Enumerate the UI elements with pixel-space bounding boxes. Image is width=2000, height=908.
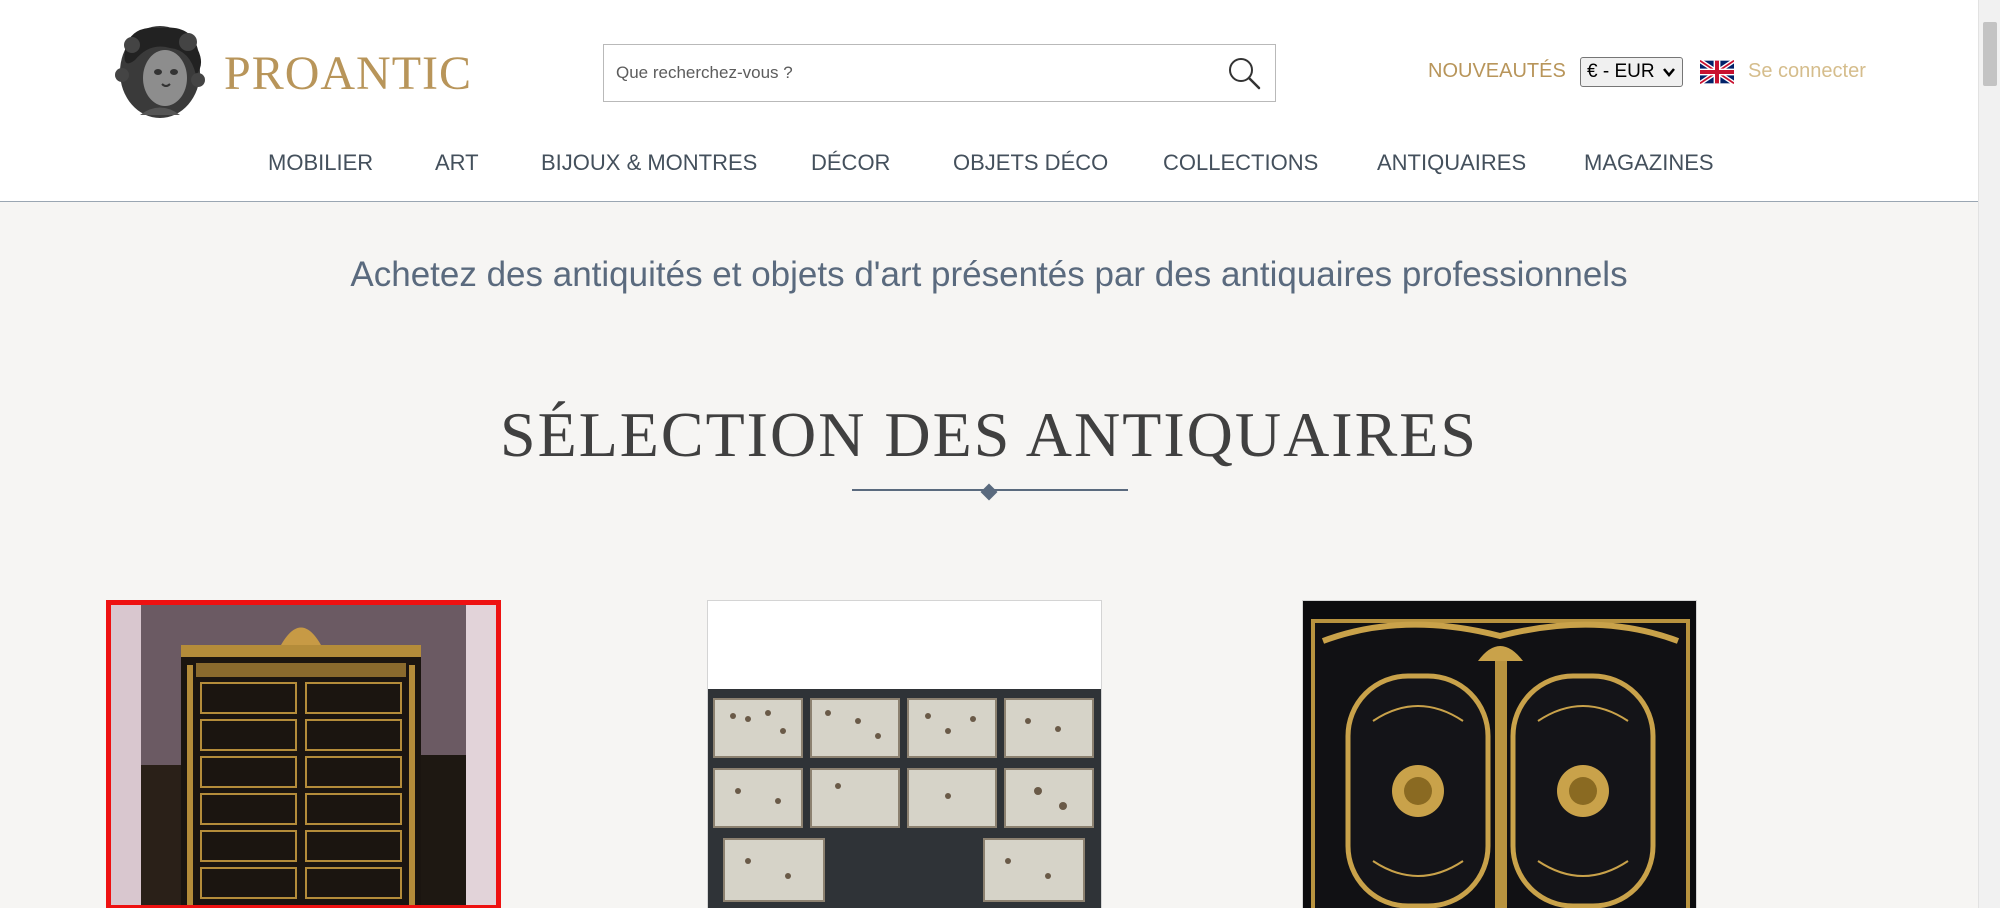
product-image-specimen-cases <box>708 601 1101 908</box>
page-tagline: Achetez des antiquités et objets d'art p… <box>350 255 1628 294</box>
nav-item-antiquaires[interactable]: ANTIQUAIRES <box>1377 150 1526 176</box>
currency-select[interactable]: € - EUR <box>1580 57 1683 87</box>
login-link[interactable]: Se connecter <box>1748 60 1866 83</box>
product-card-cabinet[interactable] <box>106 600 501 908</box>
nav-item-magazines[interactable]: MAGAZINES <box>1584 150 1714 176</box>
title-divider-ornament <box>980 483 998 501</box>
site-header: PROANTIC NOUVEAUTÉS € - EUR Se connecter… <box>0 0 1978 202</box>
page-scrollbar[interactable] <box>1978 0 2000 908</box>
main-nav: MOBILIER ART BIJOUX & MONTRES DÉCOR OBJE… <box>0 150 1978 180</box>
nav-item-mobilier[interactable]: MOBILIER <box>268 150 373 176</box>
product-card-boulle-cabinet[interactable] <box>1302 600 1697 908</box>
scrollbar-thumb[interactable] <box>1983 22 1997 86</box>
uk-flag-icon[interactable] <box>1698 58 1736 86</box>
product-image-boulle-cabinet <box>1303 601 1696 908</box>
currency-value: € - EUR <box>1587 61 1655 82</box>
nav-item-bijoux-montres[interactable]: BIJOUX & MONTRES <box>541 150 757 176</box>
product-card-specimen-cases[interactable] <box>707 600 1102 908</box>
chevron-down-icon <box>1662 58 1676 95</box>
search-input[interactable] <box>604 45 1204 101</box>
nav-item-decor[interactable]: DÉCOR <box>811 150 890 176</box>
bust-logo-icon[interactable] <box>110 20 210 123</box>
search-bar <box>603 44 1276 102</box>
nav-item-art[interactable]: ART <box>435 150 479 176</box>
nav-item-objets-deco[interactable]: OBJETS DÉCO <box>953 150 1108 176</box>
logo-text[interactable]: PROANTIC <box>224 46 472 101</box>
nouveautes-link[interactable]: NOUVEAUTÉS <box>1428 60 1566 83</box>
product-image-cabinet <box>111 605 496 905</box>
nav-item-collections[interactable]: COLLECTIONS <box>1163 150 1318 176</box>
section-title: SÉLECTION DES ANTIQUAIRES <box>500 399 1478 470</box>
search-icon[interactable] <box>1227 56 1261 90</box>
